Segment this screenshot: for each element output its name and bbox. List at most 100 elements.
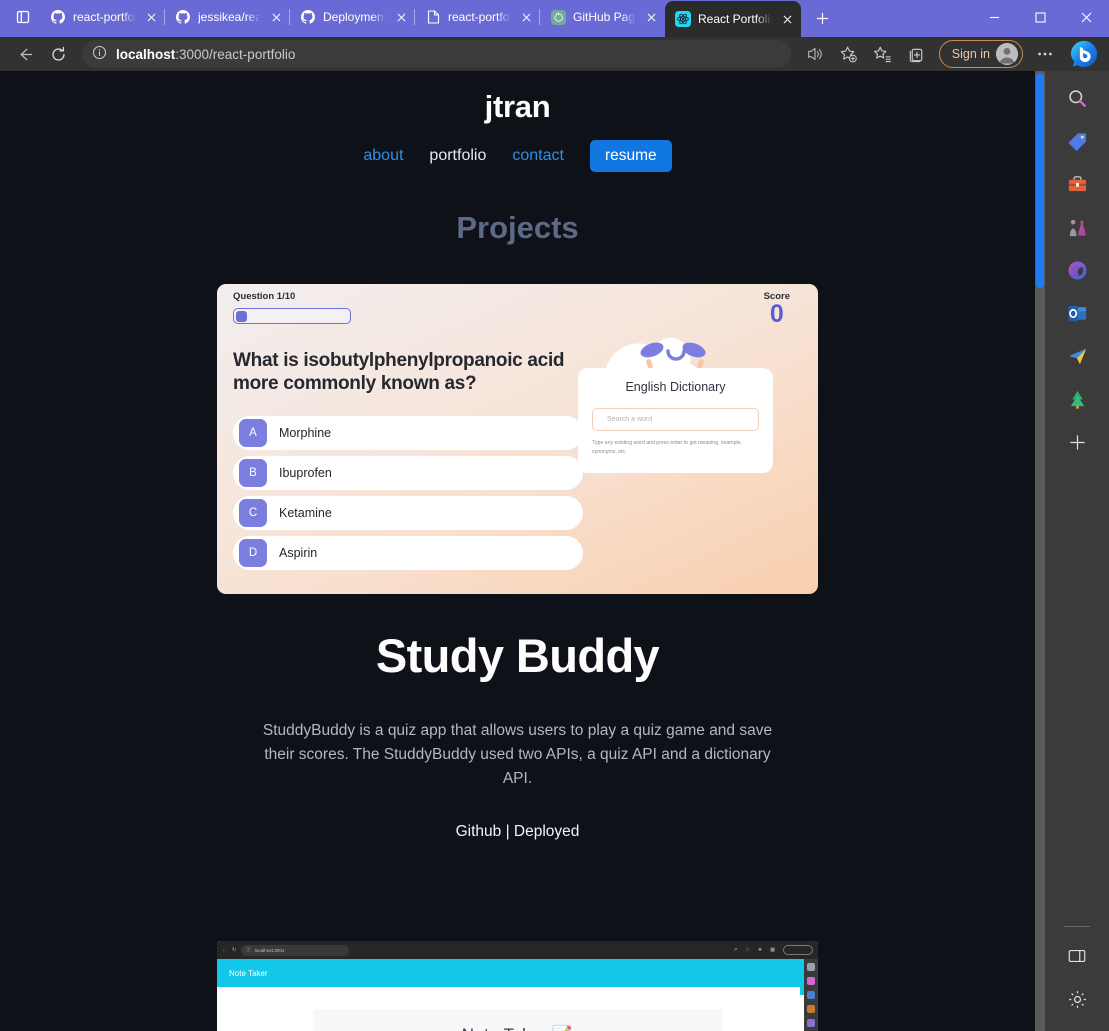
dictionary-search-input[interactable]: Search a word — [592, 408, 759, 432]
project-github-link[interactable]: Github — [456, 823, 502, 840]
minimize-button[interactable] — [971, 0, 1017, 34]
note-taker-app-header: Note Taker — [217, 959, 818, 988]
nav-item-resume-button[interactable]: resume — [589, 140, 672, 173]
divider — [1064, 926, 1090, 927]
github-icon — [300, 9, 316, 25]
sign-in-button — [783, 945, 813, 956]
games-icon[interactable] — [1058, 337, 1096, 375]
note-taker-app-body: Note Taker 📝 — [217, 987, 818, 1031]
close-icon[interactable] — [643, 9, 659, 25]
browser-tab-4[interactable]: react-portfolio — [414, 0, 540, 34]
back-icon: ← — [222, 947, 227, 954]
quiz-option-a[interactable]: A Morphine — [233, 415, 583, 450]
quiz-option-c[interactable]: C Ketamine — [233, 495, 583, 530]
quiz-question-text: What is isobutylphenylpropanoic acid mor… — [233, 350, 565, 394]
project-description: StuddyBuddy is a quiz app that allows us… — [262, 722, 773, 788]
sign-in-button[interactable]: Sign in — [938, 40, 1023, 69]
project-title: Study Buddy — [375, 629, 660, 683]
fashion-shopping-icon[interactable] — [1058, 208, 1096, 246]
page-scrollbar-thumb[interactable] — [1036, 73, 1044, 289]
back-button[interactable] — [8, 39, 40, 69]
shopping-tag-icon — [807, 977, 815, 986]
split-screen-icon[interactable] — [1058, 937, 1096, 975]
project-screenshot-study-buddy[interactable]: Score 0 Question 1/10 What is isobutylph… — [217, 284, 818, 595]
read-aloud-icon[interactable] — [799, 39, 831, 69]
quiz-option-b[interactable]: B Ibuprofen — [233, 455, 583, 490]
nav-item-portfolio[interactable]: portfolio — [429, 147, 486, 165]
note-taker-address-bar: ⓘ localhost:3001 — [241, 944, 350, 956]
dictionary-hint-text: Type any existing word and press enter t… — [592, 440, 742, 455]
close-icon[interactable] — [143, 9, 159, 25]
info-circle-icon[interactable] — [92, 45, 107, 63]
settings-gear-icon[interactable] — [1058, 980, 1096, 1018]
note-taker-toolbar-actions: ↗ ☆ ★ ▦ — [733, 945, 813, 956]
more-options-button[interactable] — [1029, 39, 1061, 69]
holiday-tree-icon[interactable] — [1058, 380, 1096, 418]
tab-title: Deployments — [323, 10, 386, 24]
main-navigation: about portfolio contact resume — [0, 140, 1035, 173]
browser-tab-2[interactable]: jessikea/react- — [164, 0, 290, 34]
tools-briefcase-icon[interactable] — [1058, 165, 1096, 203]
note-taker-url: localhost:3001 — [254, 947, 285, 953]
browser-toolbar: localhost:3000/react-portfolio Sign in — [0, 37, 1109, 72]
chatgpt-icon — [550, 9, 566, 25]
close-icon[interactable] — [393, 9, 409, 25]
site-title: jtran — [484, 89, 551, 125]
browser-tab-6-active[interactable]: React Portfolio — [665, 1, 801, 37]
nav-item-contact[interactable]: contact — [512, 147, 564, 165]
read-aloud-icon: ↗ — [733, 947, 738, 954]
refresh-button[interactable] — [42, 39, 74, 69]
tab-title: jessikea/react- — [198, 10, 261, 24]
project-screenshot-note-taker[interactable]: ← ↻ ⓘ localhost:3001 ↗ ☆ ★ ▦ Note Taker — [217, 941, 818, 1031]
favorites-list-icon[interactable] — [867, 39, 899, 69]
collections-icon[interactable] — [901, 39, 933, 69]
memo-pencil-icon: 📝 — [552, 1025, 573, 1031]
browser-tab-1[interactable]: react-portfolio — [40, 0, 165, 34]
add-sidebar-app-icon[interactable] — [1058, 423, 1096, 461]
maximize-button[interactable] — [1017, 0, 1063, 34]
url-host: localhost — [116, 46, 176, 62]
site-header: jtran about portfolio contact resume — [0, 71, 1035, 173]
shopping-tag-icon[interactable] — [1058, 122, 1096, 160]
add-favorite-icon[interactable] — [833, 39, 865, 69]
quiz-score: Score 0 — [764, 291, 790, 327]
option-label: Ibuprofen — [279, 465, 332, 480]
add-favorite-icon: ☆ — [745, 947, 750, 954]
github-icon — [175, 9, 191, 25]
tab-search-icon[interactable] — [6, 0, 40, 34]
option-key: C — [239, 498, 267, 527]
toolbar-actions: Sign in — [799, 37, 1101, 71]
page-scrollbar[interactable] — [1035, 71, 1045, 1031]
address-bar[interactable]: localhost:3000/react-portfolio — [82, 40, 791, 69]
browser-window: react-portfolio jessikea/react- Deploy — [0, 0, 1109, 1031]
tab-title: React Portfolio — [698, 12, 772, 26]
url-path: :3000/react-portfolio — [175, 46, 296, 62]
close-icon[interactable] — [268, 9, 284, 25]
github-icon — [50, 9, 66, 25]
link-separator: | — [505, 823, 510, 841]
sign-in-label: Sign in — [951, 47, 990, 62]
project-deployed-link[interactable]: Deployed — [514, 823, 580, 840]
search-icon[interactable] — [1058, 79, 1096, 117]
microsoft-365-icon[interactable] — [1058, 251, 1096, 289]
new-tab-button[interactable] — [807, 3, 837, 33]
browser-tab-3[interactable]: Deployments — [289, 0, 415, 34]
note-taker-hero-panel: Note Taker 📝 — [312, 1009, 723, 1031]
note-taker-browser-chrome: ← ↻ ⓘ localhost:3001 ↗ ☆ ★ ▦ — [217, 941, 818, 960]
dictionary-widget: English Dictionary Search a word Type an… — [578, 324, 773, 473]
close-window-button[interactable] — [1063, 0, 1109, 34]
option-label: Aspirin — [279, 545, 318, 560]
option-key: A — [239, 418, 267, 447]
nav-item-about[interactable]: about — [363, 147, 403, 165]
close-icon[interactable] — [518, 9, 534, 25]
browser-tab-5[interactable]: GitHub Pages — [539, 0, 665, 34]
option-key: D — [239, 538, 267, 567]
quiz-option-d[interactable]: D Aspirin — [233, 535, 583, 570]
react-icon — [675, 11, 691, 27]
tab-title: react-portfolio — [448, 10, 511, 24]
note-taker-edge-sidebar — [804, 959, 818, 1031]
outlook-icon[interactable] — [1058, 294, 1096, 332]
close-icon[interactable] — [779, 11, 795, 27]
profile-avatar-icon[interactable] — [996, 43, 1018, 66]
bing-copilot-icon[interactable] — [1067, 37, 1101, 71]
